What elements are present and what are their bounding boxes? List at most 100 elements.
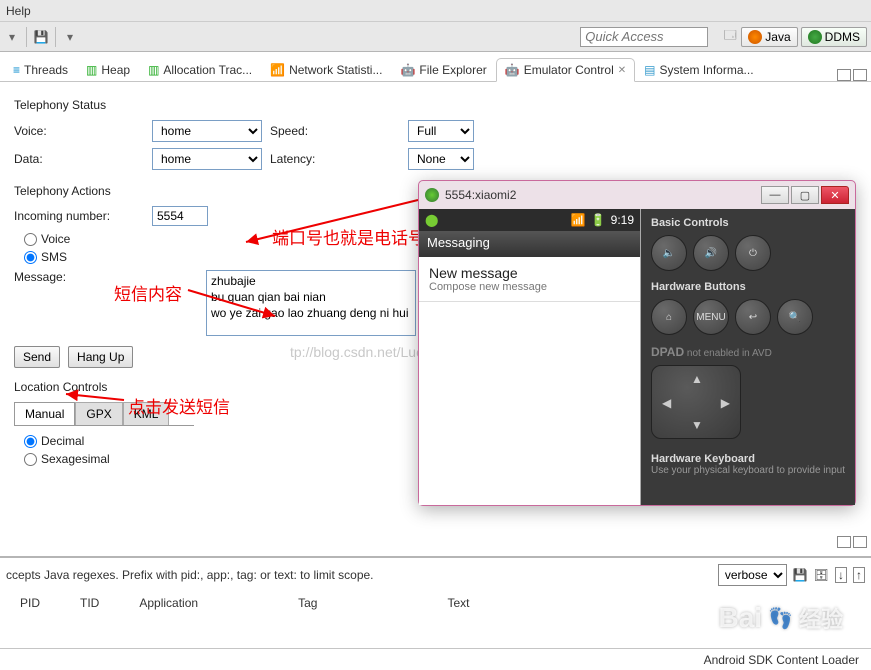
dpad: ▲ ▼ ◀ ▶ [651, 365, 741, 439]
col-pid[interactable]: PID [20, 596, 40, 610]
latency-select[interactable]: None [408, 148, 474, 170]
tab-file-explorer[interactable]: 🤖File Explorer [391, 58, 495, 81]
tab-emulator-control[interactable]: 🤖Emulator Control ✕ [496, 58, 635, 82]
emulator-minimize-button[interactable]: — [761, 186, 789, 204]
status-time: 9:19 [611, 213, 634, 227]
decimal-radio[interactable] [24, 435, 37, 448]
sexagesimal-label: Sexagesimal [41, 452, 110, 466]
emulator-close-button[interactable]: ✕ [821, 186, 849, 204]
menu-bar: Help [0, 0, 871, 22]
new-message-label: New message [429, 265, 630, 281]
main-toolbar: ▾ 💾 ▾ 🗔 Java DDMS [0, 22, 871, 52]
emulator-maximize-button[interactable]: ▢ [791, 186, 819, 204]
tab-allocation[interactable]: ▥Allocation Trac... [139, 58, 261, 81]
back-button[interactable]: ↩ [735, 299, 771, 335]
logcat-columns: PID TID Application Tag Text [6, 596, 865, 610]
hangup-button[interactable]: Hang Up [68, 346, 133, 368]
toolbar-icon-2[interactable]: ▾ [62, 27, 78, 47]
search-button[interactable]: 🔍 [777, 299, 813, 335]
android-icon [425, 188, 439, 202]
toolbar-save-icon[interactable]: 💾 [33, 27, 49, 47]
quick-access-input[interactable] [580, 27, 708, 47]
col-tid[interactable]: TID [80, 596, 99, 610]
voice-select[interactable]: home [152, 120, 262, 142]
export-log-icon[interactable]: ↑ [853, 567, 865, 583]
compose-label: Compose new message [429, 281, 630, 293]
signal-icon: 📶 [571, 213, 586, 227]
status-text: Android SDK Content Loader [704, 653, 859, 667]
perspective-ddms-label: DDMS [825, 30, 860, 44]
volume-up-button[interactable]: 🔊 [693, 235, 729, 271]
data-select[interactable]: home [152, 148, 262, 170]
close-icon[interactable]: ✕ [618, 65, 626, 76]
voice-radio-label: Voice [41, 232, 70, 246]
message-label: Message: [14, 270, 86, 284]
perspective-ddms[interactable]: DDMS [801, 27, 867, 47]
send-button[interactable]: Send [14, 346, 60, 368]
open-perspective-icon[interactable]: 🗔 [722, 27, 738, 47]
tab-network[interactable]: 📶Network Statisti... [261, 58, 391, 81]
emulator-controls-pane: Basic Controls 🔈 🔊 ⏻ Hardware Buttons ⌂ … [641, 209, 855, 505]
voice-label: Voice: [14, 124, 144, 138]
ddms-icon [808, 30, 822, 44]
sms-radio[interactable] [24, 251, 37, 264]
log-level-select[interactable]: verbose [718, 564, 787, 586]
col-tag[interactable]: Tag [298, 596, 317, 610]
views-tab-row: ≡Threads ▥Heap ▥Allocation Trac... 📶Netw… [0, 52, 871, 82]
emulator-title-text: 5554:xiaomi2 [445, 188, 516, 202]
dpad-up: ▲ [691, 372, 703, 386]
hardware-keyboard-sub: Use your physical keyboard to provide in… [651, 465, 845, 476]
hardware-keyboard-label: Hardware Keyboard [651, 453, 845, 465]
speed-select[interactable]: Full [408, 120, 474, 142]
toolbar-separator [55, 27, 56, 47]
tab-system-info[interactable]: ▤System Informa... [635, 58, 762, 81]
logcat-filter-hint: ccepts Java regexes. Prefix with pid:, a… [6, 568, 374, 582]
data-label: Data: [14, 152, 144, 166]
message-textarea[interactable] [206, 270, 416, 336]
incoming-number-label: Incoming number: [14, 209, 144, 223]
emulator-window[interactable]: 5554:xiaomi2 — ▢ ✕ ⬤ 📶 🔋 9:19 Messaging … [418, 180, 856, 506]
location-tab-manual[interactable]: Manual [14, 402, 75, 425]
basic-controls-label: Basic Controls [651, 217, 845, 229]
toolbar-separator [26, 27, 27, 47]
save-log-icon[interactable]: 💾 [793, 568, 808, 582]
voice-radio[interactable] [24, 233, 37, 246]
sms-radio-label: SMS [41, 250, 67, 264]
incoming-number-input[interactable] [152, 206, 208, 226]
maximize-view-icon[interactable] [853, 69, 867, 81]
status-bar: Android SDK Content Loader [0, 648, 871, 670]
sexagesimal-radio[interactable] [24, 453, 37, 466]
dpad-down: ▼ [691, 418, 703, 432]
emulator-titlebar[interactable]: 5554:xiaomi2 — ▢ ✕ [419, 181, 855, 209]
dpad-right: ▶ [721, 396, 730, 410]
power-button[interactable]: ⏻ [735, 235, 771, 271]
logcat-panel: ccepts Java regexes. Prefix with pid:, a… [0, 556, 871, 616]
phone-statusbar: ⬤ 📶 🔋 9:19 [419, 209, 640, 231]
menu-help[interactable]: Help [6, 4, 31, 18]
clear-log-icon[interactable]: ↓ [835, 567, 847, 583]
col-text[interactable]: Text [447, 596, 469, 610]
col-application[interactable]: Application [139, 596, 198, 610]
perspective-java-label: Java [765, 30, 790, 44]
perspective-java[interactable]: Java [741, 27, 797, 47]
new-message-item[interactable]: New message Compose new message [419, 257, 640, 302]
phone-app-title: Messaging [419, 231, 640, 257]
scroll-lock-icon[interactable]: 🗄 [814, 568, 829, 582]
phone-screen: ⬤ 📶 🔋 9:19 Messaging New message Compose… [419, 209, 641, 505]
toolbar-icon-1[interactable]: ▾ [4, 27, 20, 47]
dpad-disabled-note: DPAD DPAD not enabled in AVDnot enabled … [651, 345, 845, 359]
volume-down-button[interactable]: 🔈 [651, 235, 687, 271]
logcat-max-icon[interactable] [853, 536, 867, 548]
logcat-min-icon[interactable] [837, 536, 851, 548]
tab-threads[interactable]: ≡Threads [4, 58, 77, 81]
location-tab-gpx[interactable]: GPX [75, 402, 122, 425]
hardware-buttons-label: Hardware Buttons [651, 281, 845, 293]
home-button[interactable]: ⌂ [651, 299, 687, 335]
location-tab-kml[interactable]: KML [123, 402, 170, 425]
tab-heap[interactable]: ▥Heap [77, 58, 139, 81]
menu-button[interactable]: MENU [693, 299, 729, 335]
minimize-view-icon[interactable] [837, 69, 851, 81]
android-status-icon: ⬤ [425, 213, 438, 227]
java-icon [748, 30, 762, 44]
location-tabs: Manual GPX KML [14, 402, 194, 426]
